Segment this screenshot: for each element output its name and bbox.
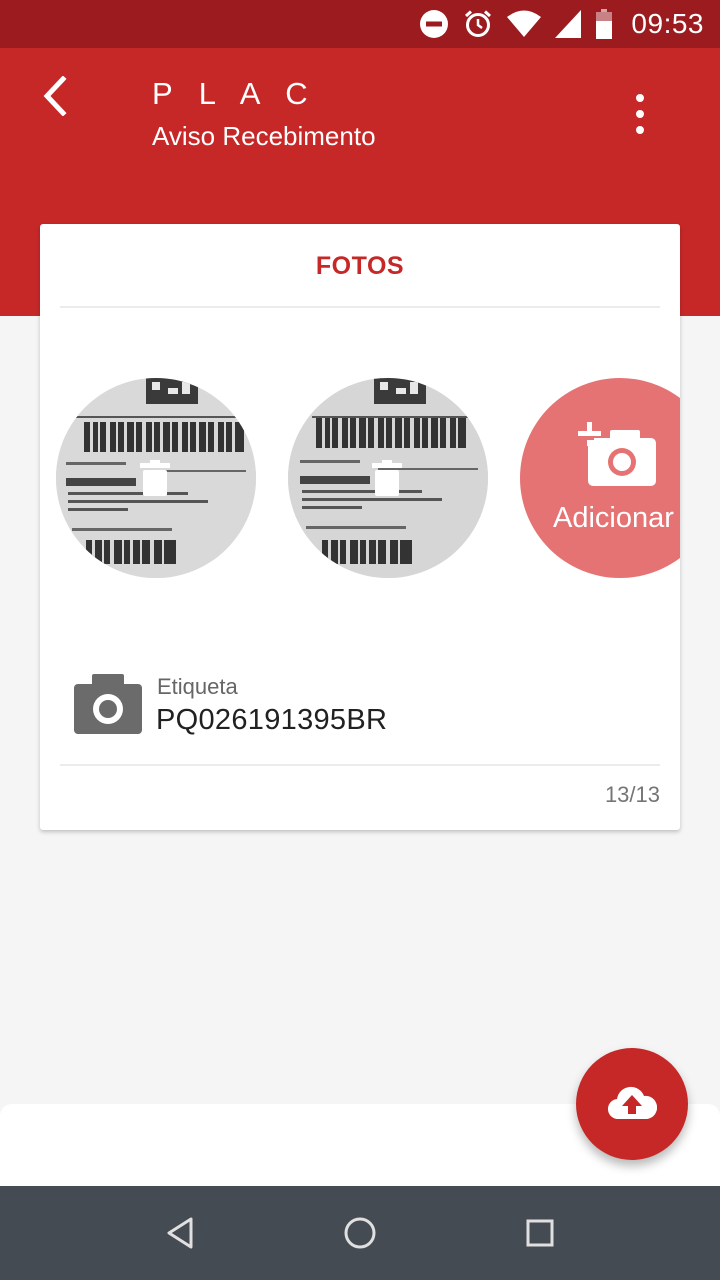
card-title: FOTOS [315,251,405,280]
add-photo-button[interactable]: Adicionar [520,378,680,578]
system-nav-bar [0,1186,720,1280]
do-not-disturb-icon [419,9,449,39]
camera-icon[interactable] [74,672,142,739]
upload-fab[interactable] [576,1048,688,1160]
nav-back-icon[interactable] [155,1208,205,1258]
label-value: PQ026191395BR [156,704,388,736]
more-vert-icon[interactable] [630,94,650,134]
status-bar: 09:53 [0,0,720,48]
nav-home-icon[interactable] [335,1208,385,1258]
photo-thumbnail[interactable] [288,378,488,578]
photos-card: FOTOS Adicionar Etiqueta PQ026191395BR 1… [40,224,680,830]
signal-icon [555,10,582,38]
back-arrow-icon [39,74,69,121]
add-photo-icon [578,422,658,491]
back-button[interactable] [30,74,78,122]
app-title: P L A C [152,76,317,111]
cloud-upload-icon [607,1085,658,1124]
trash-icon[interactable] [372,460,402,496]
divider [60,306,660,308]
photo-thumbnail[interactable] [56,378,256,578]
label-caption: Etiqueta [157,674,238,699]
label-field[interactable]: Etiqueta PQ026191395BR [74,672,634,752]
photo-counter: 13/13 [604,782,660,807]
nav-recents-icon[interactable] [515,1208,565,1258]
alarm-icon [463,9,493,39]
status-time: 09:53 [631,8,704,39]
battery-icon [595,9,613,39]
title-block: P L A C Aviso Recebimento [152,74,376,156]
wifi-icon [507,10,542,38]
add-photo-label: Adicionar [553,502,674,534]
app-subtitle: Aviso Recebimento [152,121,376,151]
divider [60,764,660,766]
trash-icon[interactable] [140,460,170,496]
